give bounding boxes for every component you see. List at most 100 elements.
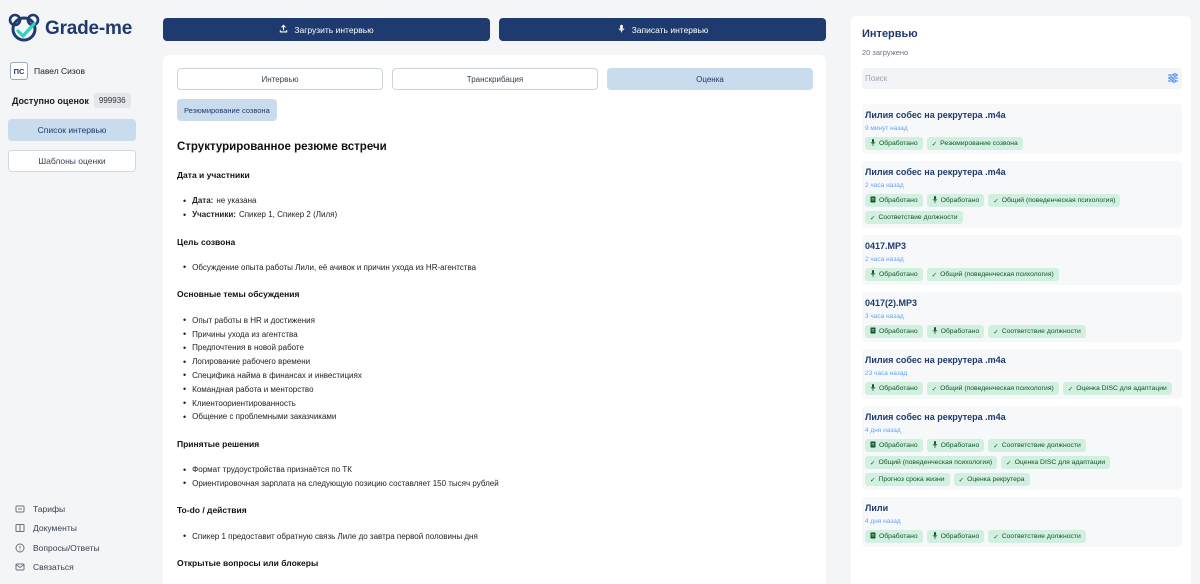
templates-button[interactable]: Шаблоны оценки — [8, 150, 136, 172]
sidebar-link-pricing[interactable]: Тарифы — [15, 499, 100, 519]
badge-label: Оценка DISC для адаптации — [1076, 385, 1167, 392]
badge-list: Обработано ✓ Общий (поведенческая психолог… — [865, 268, 1179, 281]
item-label: Участники: — [192, 210, 236, 220]
interview-card[interactable]: 0417(2).MP3 3 часа назад Обработано Обработ… — [862, 292, 1182, 342]
microphone-icon — [932, 441, 938, 450]
badge-label: Прогноз срока жизни — [878, 476, 945, 483]
interview-title: Лилия собес на рекрутера .m4a — [865, 355, 1006, 365]
upload-icon — [279, 24, 288, 35]
report: Структурированное резюме встречи Дата и … — [177, 141, 807, 582]
item-text: Специфика найма в финансах и инвестициях — [192, 370, 362, 380]
interview-list: Лилия собес на рекрутера .m4a 9 минут наз… — [862, 104, 1182, 554]
logo[interactable]: Grade-me — [8, 12, 132, 46]
list-item: Командная работа и менторство — [183, 382, 807, 396]
badge-label: Обработано — [879, 385, 918, 392]
status-badge: ✓ Соответствие должности — [988, 530, 1086, 543]
badge-label: Обработано — [940, 197, 980, 204]
item-text: Клиентоориентированность — [192, 398, 296, 408]
badge-label: Обработано — [940, 533, 980, 540]
status-badge: ✓ Соответствие должности — [988, 439, 1086, 452]
document-icon — [870, 327, 876, 336]
list-item: Обсуждение опыта работы Лили, её ачивок … — [183, 261, 807, 275]
section-heading: Открытые вопросы или блокеры — [177, 558, 319, 569]
status-badge: Обработано — [865, 439, 923, 452]
microphone-icon — [617, 24, 626, 35]
interview-card[interactable]: Лилия собес на рекрутера .m4a 2 часа наза… — [862, 161, 1182, 228]
badge-label: Общий (поведенческая психология) — [940, 271, 1054, 278]
interview-card[interactable]: 0417.MP3 2 часа назад Обработано ✓ Общий (по… — [862, 235, 1182, 285]
section-heading: Дата и участники — [177, 170, 250, 180]
document-icon — [870, 532, 876, 541]
interview-card[interactable]: Лилия собес на рекрутера .m4a 9 минут наз… — [862, 104, 1182, 154]
tab-transcription[interactable]: Транскрибация — [392, 68, 598, 90]
bullet-list: Опыт работы в HR и достижения Причины ухо… — [183, 313, 807, 423]
sidebar-link-contact[interactable]: Связаться — [15, 558, 100, 578]
list-item: Опыт работы в HR и достижения — [183, 313, 807, 327]
item-text: Опыт работы в HR и достижения — [192, 315, 315, 325]
status-badge: Обработано — [865, 382, 923, 395]
status-badge: ✓ Общий (поведенческая психология) — [926, 268, 1059, 281]
status-badge: ✓ Общий (поведенческая психология) — [988, 194, 1121, 207]
badge-list: Обработано ✓ Общий (поведенческая психолог… — [865, 382, 1179, 395]
list-item: Дата:не указана — [183, 194, 807, 208]
status-badge: Обработано — [926, 194, 985, 207]
microphone-icon — [932, 196, 938, 205]
interview-time: 2 часа назад — [865, 256, 904, 263]
logo-icon — [8, 13, 40, 42]
list-item: Спикер 1 предоставит обратную связь Лиле… — [183, 529, 807, 543]
badge-label: Соответствие должности — [1001, 533, 1081, 540]
item-text: Командная работа и менторство — [192, 384, 314, 394]
bullet-list: Дата:не указанаУчастники:Спикер 1, Спике… — [183, 194, 807, 222]
section-heading: Принятые решения — [177, 438, 260, 449]
list-item: Формат трудоустройства признаётся по ТК — [183, 463, 807, 477]
check-icon: ✓ — [931, 271, 938, 279]
summary-type-button[interactable]: Резюмирование созвона — [177, 99, 277, 121]
user-profile[interactable]: ПС Павел Сизов — [10, 62, 85, 80]
section-heading: To-do / действия — [177, 505, 247, 516]
badge-label: Соответствие должности — [1001, 442, 1081, 449]
status-badge: ✓ Соответствие должности — [865, 211, 963, 224]
filter-icon[interactable] — [1167, 72, 1179, 84]
sidebar-link-faq[interactable]: Вопросы/Ответы — [15, 538, 100, 558]
upload-interview-button[interactable]: Загрузить интервью — [163, 18, 490, 41]
interview-title: Лилия собес на рекрутера .m4a — [865, 167, 1006, 177]
interview-card[interactable]: Лилия собес на рекрутера .m4a 4 дня назад… — [862, 406, 1182, 490]
microphone-icon — [932, 327, 938, 336]
badge-label: Обработано — [879, 271, 918, 278]
status-badge: ✓ Общий (поведенческая психология) — [926, 382, 1059, 395]
status-badge: Обработано — [865, 268, 923, 281]
sidebar: Grade-me ПС Павел Сизов Доступно оценок … — [0, 0, 148, 584]
sidebar-link-label: Вопросы/Ответы — [33, 542, 100, 553]
item-text: Спикер 1, Спикер 2 (Лиля) — [238, 210, 338, 220]
main-panel: Интервью Транскрибация Оценка Резюмирова… — [163, 55, 826, 584]
list-item: Участники:Спикер 1, Спикер 2 (Лиля) — [183, 208, 807, 222]
interviews-list-button[interactable]: Список интервью — [8, 119, 136, 141]
interview-card[interactable]: Лилия собес на рекрутера .m4a 23 часа наз… — [862, 349, 1182, 399]
check-icon: ✓ — [993, 533, 999, 541]
item-text: Спикер 1 предоставит обратную связь Лиле… — [192, 531, 478, 541]
status-badge: Обработано — [865, 194, 923, 207]
interviews-panel: Интервью 20 загружено Поиск Лилия собес … — [851, 16, 1191, 584]
bullet-list: Формат трудоустройства признаётся по ТК О… — [183, 463, 807, 491]
report-title: Структурированное резюме встречи — [177, 141, 387, 153]
check-icon: ✓ — [931, 385, 938, 393]
document-icon — [870, 196, 876, 205]
credits: Доступно оценок 999936 — [12, 93, 131, 108]
search-input[interactable]: Поиск — [862, 68, 1182, 89]
badge-label: Обработано — [879, 442, 918, 449]
check-icon: ✓ — [870, 214, 876, 222]
interview-title: Лилия собес на рекрутера .m4a — [865, 412, 1006, 422]
tab-evaluation[interactable]: Оценка — [607, 68, 813, 90]
interview-card[interactable]: Лили 4 дня назад Обработано Обработано ✓ Соот… — [862, 497, 1182, 547]
interview-time: 2 часа назад — [865, 182, 904, 189]
status-badge: Обработано — [926, 530, 985, 543]
interview-time: 23 часа назад — [865, 370, 908, 377]
tab-interview[interactable]: Интервью — [177, 68, 383, 90]
badge-label: Общий (поведенческая психология) — [1001, 197, 1116, 204]
check-icon: ✓ — [870, 476, 876, 484]
status-badge: Обработано — [926, 439, 985, 452]
status-badge: ✓ Оценка рекрутера — [953, 473, 1030, 486]
sidebar-link-documents[interactable]: Документы — [15, 519, 100, 539]
record-interview-button[interactable]: Записать интервью — [499, 18, 826, 41]
interview-title: 0417(2).MP3 — [865, 298, 918, 308]
